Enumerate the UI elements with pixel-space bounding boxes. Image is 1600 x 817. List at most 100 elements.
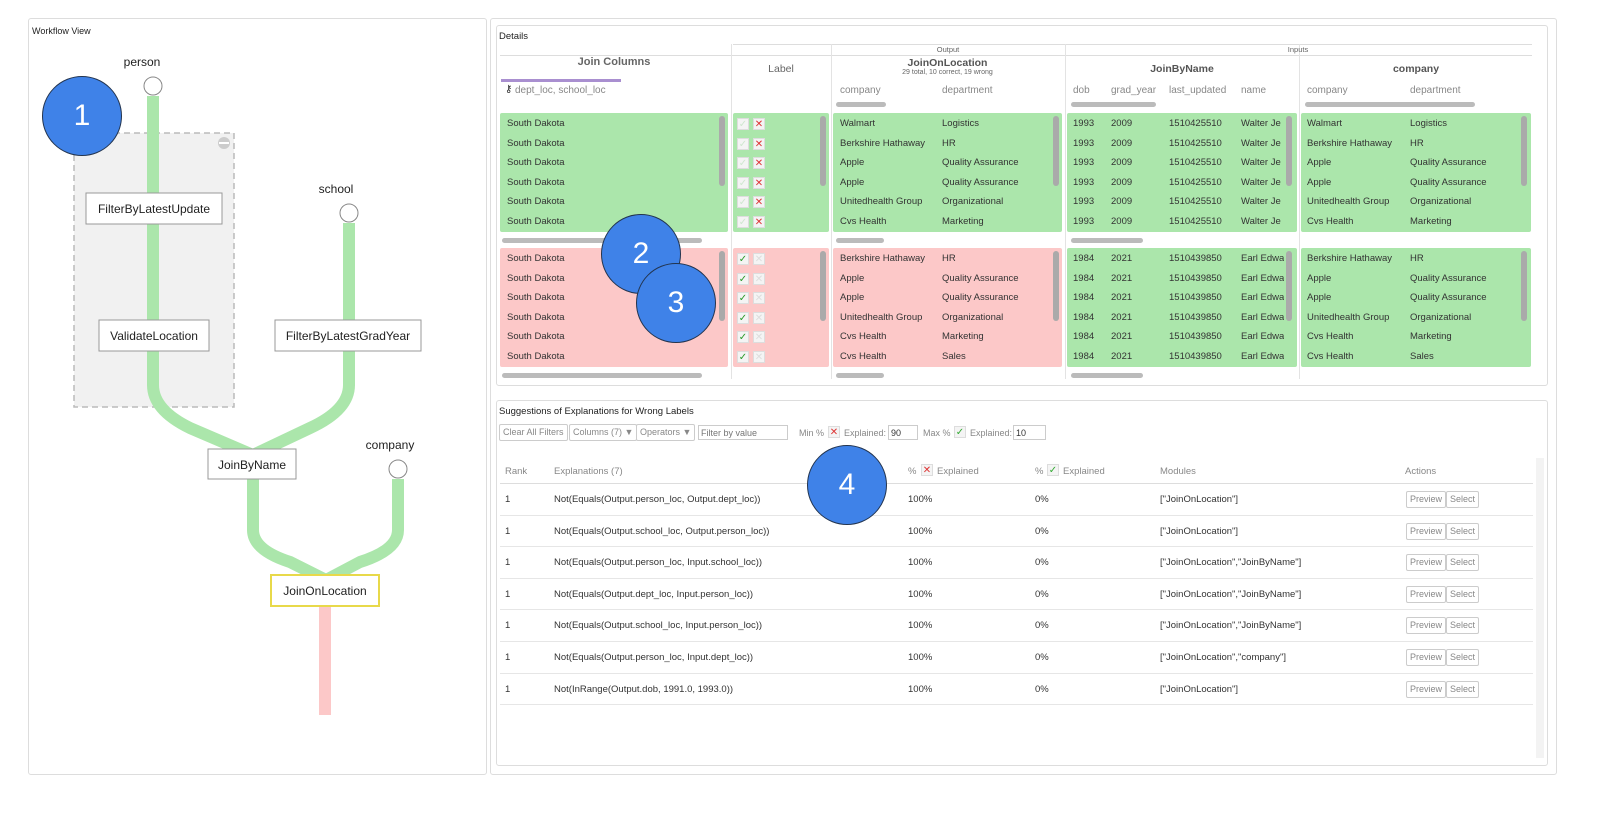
select-button[interactable]: Select: [1446, 522, 1480, 540]
header-correct-explained[interactable]: Explained: [1063, 466, 1105, 477]
select-button[interactable]: Select: [1446, 585, 1480, 603]
horizontal-scrollbar[interactable]: [1071, 373, 1143, 378]
label-wrong-checkbox[interactable]: ✕: [753, 196, 765, 208]
label-correct-checkbox[interactable]: ✓: [737, 272, 749, 285]
vertical-scrollbar[interactable]: [820, 116, 826, 186]
explanation-row[interactable]: 1 Not(Equals(Output.school_loc, Input.pe…: [500, 610, 1533, 642]
label-wrong-checkbox[interactable]: ✕: [753, 311, 765, 324]
explanation-row[interactable]: 1 Not(InRange(Output.dob, 1991.0, 1993.0…: [500, 674, 1533, 706]
label-correct-checkbox[interactable]: ✓: [737, 118, 749, 130]
node-joinbyname[interactable]: JoinByName: [207, 448, 297, 480]
column-header[interactable]: dob: [1073, 85, 1090, 96]
vertical-scrollbar[interactable]: [1286, 116, 1292, 186]
input-company: Unitedhealth Group: [1307, 196, 1390, 207]
preview-button[interactable]: Preview: [1406, 649, 1447, 666]
label-wrong-checkbox[interactable]: ✕: [753, 272, 765, 285]
correct-explained: 0%: [1035, 620, 1049, 632]
vertical-scrollbar[interactable]: [1053, 251, 1059, 321]
label-wrong-checkbox[interactable]: ✕: [753, 215, 765, 228]
label-correct-checkbox[interactable]: ✓: [737, 215, 749, 228]
label-correct-checkbox[interactable]: ✓: [737, 176, 749, 189]
explanation: Not(Equals(Output.person_loc, Input.dept…: [554, 652, 754, 663]
dob: 1984: [1073, 292, 1095, 303]
select-button[interactable]: Select: [1446, 491, 1480, 508]
label-wrong-checkbox[interactable]: ✕: [753, 176, 765, 189]
vertical-scrollbar[interactable]: [1053, 116, 1059, 186]
explanation: Not(Equals(Output.school_loc, Output.per…: [554, 525, 770, 537]
header-wrong-explained[interactable]: Explained: [937, 466, 979, 477]
vertical-scrollbar[interactable]: [1286, 251, 1292, 321]
preview-button[interactable]: Preview: [1406, 585, 1447, 603]
label-wrong-checkbox[interactable]: ✕: [753, 350, 765, 363]
horizontal-scrollbar[interactable]: [1305, 102, 1475, 107]
clear-filters-button[interactable]: Clear All Filters: [499, 424, 568, 441]
node-joinonlocation[interactable]: JoinOnLocation: [270, 574, 380, 607]
column-header[interactable]: name: [1241, 85, 1266, 96]
min-wrong-explained-input[interactable]: [888, 425, 918, 440]
horizontal-scrollbar[interactable]: [836, 102, 886, 107]
select-button[interactable]: Select: [1446, 680, 1480, 698]
column-header[interactable]: department: [942, 85, 993, 96]
filter-by-value-input[interactable]: [698, 425, 788, 440]
label-wrong-checkbox[interactable]: ✕: [753, 118, 765, 130]
label-wrong-checkbox[interactable]: ✕: [753, 253, 765, 265]
horizontal-scrollbar[interactable]: [836, 373, 884, 378]
operators-dropdown[interactable]: Operators ▼: [636, 424, 696, 441]
label-wrong-checkbox[interactable]: ✕: [753, 331, 765, 343]
label-correct-checkbox[interactable]: ✓: [737, 331, 749, 343]
preview-button[interactable]: Preview: [1406, 617, 1447, 635]
column-header[interactable]: grad_year: [1111, 85, 1156, 96]
vertical-scrollbar[interactable]: [719, 116, 725, 186]
vertical-scrollbar[interactable]: [820, 251, 826, 321]
label-wrong-checkbox[interactable]: ✕: [753, 137, 765, 150]
label-correct-checkbox[interactable]: ✓: [737, 157, 749, 169]
column-header[interactable]: department: [1410, 85, 1461, 96]
column-header[interactable]: company: [840, 85, 881, 96]
label-correct-checkbox[interactable]: ✓: [737, 350, 749, 363]
header-rank[interactable]: Rank: [505, 466, 527, 477]
select-button[interactable]: Select: [1446, 554, 1480, 572]
node-validatelocation[interactable]: ValidateLocation: [98, 319, 210, 352]
horizontal-scrollbar[interactable]: [1071, 238, 1143, 243]
horizontal-scrollbar[interactable]: [502, 373, 702, 378]
explanation-row[interactable]: 1 Not(Equals(Output.person_loc, Input.de…: [500, 642, 1533, 674]
column-header[interactable]: last_updated: [1169, 85, 1226, 96]
vertical-scrollbar[interactable]: [1521, 251, 1527, 321]
horizontal-scrollbar[interactable]: [1071, 102, 1156, 107]
label-correct-checkbox[interactable]: ✓: [737, 253, 749, 265]
grad-year: 2009: [1111, 118, 1133, 129]
vertical-scrollbar[interactable]: [1521, 116, 1527, 186]
name: Earl Edwa: [1241, 311, 1284, 323]
suggestions-scrollbar[interactable]: [1536, 458, 1544, 758]
header-modules[interactable]: Modules: [1160, 466, 1196, 477]
select-button[interactable]: Select: [1446, 649, 1480, 666]
node-filterbylatestupdate[interactable]: FilterByLatestUpdate: [85, 192, 223, 225]
explanation-row[interactable]: 1 Not(Equals(Output.person_loc, Input.sc…: [500, 547, 1533, 579]
label-correct-checkbox[interactable]: ✓: [737, 137, 749, 150]
label-wrong-checkbox[interactable]: ✕: [753, 292, 765, 304]
label-wrong-checkbox[interactable]: ✕: [753, 157, 765, 169]
label-correct-checkbox[interactable]: ✓: [737, 196, 749, 208]
node-filterbylatestgradyear[interactable]: FilterByLatestGradYear: [274, 319, 422, 352]
columns-dropdown[interactable]: Columns (7) ▼: [569, 424, 638, 441]
explanation-row[interactable]: 1 Not(Equals(Output.school_loc, Output.p…: [500, 516, 1533, 548]
source-school[interactable]: [339, 203, 359, 223]
source-person[interactable]: [143, 76, 163, 96]
label-correct-checkbox[interactable]: ✓: [737, 311, 749, 324]
preview-button[interactable]: Preview: [1406, 554, 1447, 572]
explanation-row[interactable]: 1 Not(Equals(Output.person_loc, Output.d…: [500, 484, 1533, 516]
preview-button[interactable]: Preview: [1406, 522, 1447, 540]
label-correct-checkbox[interactable]: ✓: [737, 292, 749, 304]
select-button[interactable]: Select: [1446, 617, 1480, 635]
header-explanations[interactable]: Explanations (7): [554, 466, 623, 477]
max-correct-explained-input[interactable]: [1013, 425, 1046, 440]
preview-button[interactable]: Preview: [1406, 680, 1447, 698]
column-header[interactable]: company: [1307, 85, 1348, 96]
horizontal-scrollbar[interactable]: [836, 238, 884, 243]
source-company[interactable]: [388, 459, 408, 479]
explanation-row[interactable]: 1 Not(Equals(Output.dept_loc, Input.pers…: [500, 579, 1533, 611]
vertical-scrollbar[interactable]: [719, 251, 725, 321]
join-value: South Dakota: [507, 157, 565, 168]
output-summary: 29 total, 10 correct, 19 wrong: [902, 69, 993, 76]
preview-button[interactable]: Preview: [1406, 491, 1447, 508]
